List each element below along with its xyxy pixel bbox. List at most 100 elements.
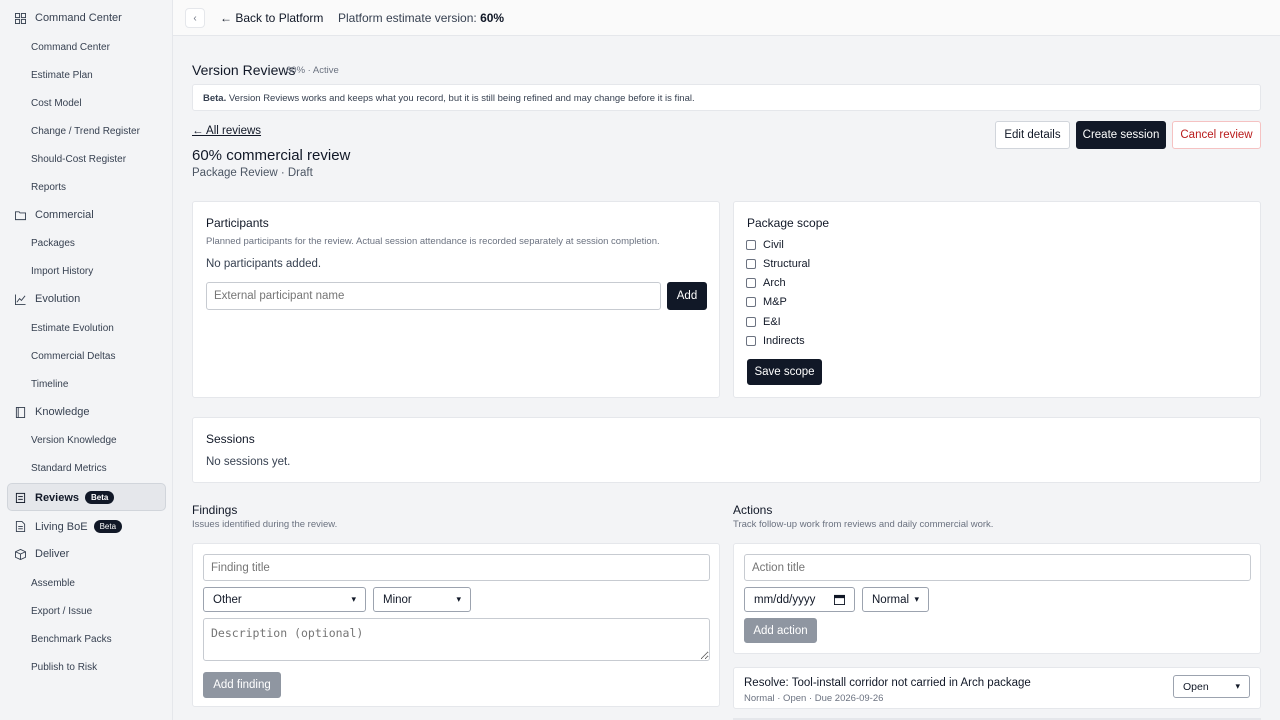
scope-option-label: Civil bbox=[763, 239, 784, 251]
platform-version-value: 60% bbox=[480, 11, 505, 25]
action-item-meta: Normal · Open · Due 2026-09-26 bbox=[744, 693, 884, 704]
sidebar-item-version-knowledge[interactable]: Version Knowledge bbox=[31, 435, 117, 446]
scope-option-ei[interactable]: E&I bbox=[746, 316, 781, 328]
add-participant-button[interactable]: Add bbox=[667, 282, 707, 310]
scope-option-mp[interactable]: M&P bbox=[746, 296, 787, 308]
sidebar-section-knowledge[interactable]: Knowledge bbox=[15, 406, 89, 418]
beta-notice: Beta. Version Reviews works and keeps wh… bbox=[192, 84, 1261, 111]
scope-option-label: Structural bbox=[763, 258, 811, 270]
sidebar-section-label: Living BoE bbox=[35, 520, 88, 533]
top-bar: ‹ ← Back to Platform Platform estimate v… bbox=[173, 0, 1280, 36]
sidebar-section-label: Evolution bbox=[35, 293, 81, 305]
sidebar-section-command-center[interactable]: Command Center bbox=[15, 12, 122, 24]
sidebar-item-packages[interactable]: Packages bbox=[31, 238, 75, 249]
sidebar-item-cost-model[interactable]: Cost Model bbox=[31, 98, 82, 109]
sidebar-item-should-cost-register[interactable]: Should-Cost Register bbox=[31, 154, 126, 165]
checkbox[interactable] bbox=[746, 336, 756, 346]
document-icon bbox=[15, 521, 26, 532]
action-item-title: Resolve: Tool-install corridor not carri… bbox=[744, 677, 1031, 689]
sidebar-section-reviews[interactable]: Reviews Beta bbox=[15, 491, 115, 504]
create-session-button[interactable]: Create session bbox=[1076, 121, 1166, 149]
chevron-down-icon: ▾ bbox=[351, 594, 356, 604]
sidebar-item-estimate-evolution[interactable]: Estimate Evolution bbox=[31, 323, 114, 334]
checkbox[interactable] bbox=[746, 240, 756, 250]
findings-description: Issues identified during the review. bbox=[192, 519, 338, 530]
finding-severity-select[interactable]: Minor ▾ bbox=[373, 587, 471, 612]
sidebar-section-commercial[interactable]: Commercial bbox=[15, 209, 94, 221]
sidebar-section-deliver[interactable]: Deliver bbox=[15, 548, 69, 560]
scope-option-label: E&I bbox=[763, 316, 781, 328]
checkbox[interactable] bbox=[746, 259, 756, 269]
checkbox[interactable] bbox=[746, 278, 756, 288]
scope-option-label: M&P bbox=[763, 296, 787, 308]
finding-description-textarea[interactable] bbox=[203, 618, 710, 661]
sidebar-section-label: Commercial bbox=[35, 209, 94, 221]
sidebar-section-living-boe[interactable]: Living BoE Beta bbox=[15, 520, 123, 533]
findings-form-card: Other ▾ Minor ▾ Add finding bbox=[192, 543, 720, 707]
finding-category-value: Other bbox=[213, 593, 242, 606]
sidebar-item-assemble[interactable]: Assemble bbox=[31, 578, 75, 589]
main-content: Version Reviews 60% · Active Beta. Versi… bbox=[173, 36, 1280, 720]
sidebar-item-change-trend-register[interactable]: Change / Trend Register bbox=[31, 126, 140, 137]
findings-title: Findings bbox=[192, 503, 238, 517]
sidebar-section-evolution[interactable]: Evolution bbox=[15, 293, 80, 305]
cancel-review-button[interactable]: Cancel review bbox=[1172, 121, 1261, 149]
add-action-button[interactable]: Add action bbox=[744, 618, 817, 643]
box-icon bbox=[15, 548, 26, 560]
checkbox[interactable] bbox=[746, 317, 756, 327]
sessions-empty-text: No sessions yet. bbox=[206, 456, 291, 468]
scope-option-structural[interactable]: Structural bbox=[746, 258, 810, 270]
beta-badge: Beta bbox=[93, 520, 123, 533]
review-meta: Package Review · Draft bbox=[192, 167, 313, 179]
sidebar-item-publish-to-risk[interactable]: Publish to Risk bbox=[31, 662, 97, 673]
sidebar-section-label: Command Center bbox=[35, 12, 122, 24]
calendar-icon[interactable] bbox=[834, 594, 845, 605]
finding-title-input[interactable] bbox=[203, 554, 710, 581]
participants-card: Participants Planned participants for th… bbox=[192, 201, 720, 398]
platform-version-prefix: Platform estimate version: bbox=[338, 11, 477, 25]
sidebar-item-commercial-deltas[interactable]: Commercial Deltas bbox=[31, 351, 115, 362]
checkbox[interactable] bbox=[746, 297, 756, 307]
participants-description: Planned participants for the review. Act… bbox=[206, 236, 660, 247]
scope-option-indirects[interactable]: Indirects bbox=[746, 335, 805, 347]
back-to-platform-link[interactable]: ← Back to Platform bbox=[220, 11, 323, 25]
sessions-title: Sessions bbox=[206, 432, 255, 446]
collapse-sidebar-button[interactable]: ‹ bbox=[185, 8, 205, 28]
scope-option-label: Arch bbox=[763, 277, 786, 289]
folder-icon bbox=[15, 210, 26, 220]
action-due-date-input[interactable]: mm/dd/yyyy bbox=[744, 587, 855, 612]
scope-option-arch[interactable]: Arch bbox=[746, 277, 786, 289]
action-due-date-value: mm/dd/yyyy bbox=[754, 593, 816, 606]
sidebar-item-reports[interactable]: Reports bbox=[31, 182, 66, 193]
sidebar-item-standard-metrics[interactable]: Standard Metrics bbox=[31, 463, 107, 474]
save-scope-button[interactable]: Save scope bbox=[747, 359, 822, 385]
finding-category-select[interactable]: Other ▾ bbox=[203, 587, 366, 612]
action-item-card: Resolve: Tool-install corridor not carri… bbox=[733, 667, 1261, 709]
clipboard-icon bbox=[15, 492, 26, 503]
all-reviews-link[interactable]: ← All reviews bbox=[192, 125, 261, 137]
platform-version-label: Platform estimate version: 60% bbox=[338, 11, 504, 25]
sidebar-item-import-history[interactable]: Import History bbox=[31, 266, 93, 277]
package-scope-title: Package scope bbox=[747, 216, 830, 230]
sidebar: Command Center Command Center Estimate P… bbox=[0, 0, 173, 720]
sidebar-item-benchmark-packs[interactable]: Benchmark Packs bbox=[31, 634, 112, 645]
chevron-down-icon: ▾ bbox=[914, 594, 919, 604]
participants-empty-text: No participants added. bbox=[206, 258, 322, 270]
actions-title: Actions bbox=[733, 503, 773, 517]
scope-option-civil[interactable]: Civil bbox=[746, 239, 784, 251]
beta-badge: Beta bbox=[85, 491, 115, 504]
action-priority-select[interactable]: Normal ▾ bbox=[862, 587, 929, 612]
sidebar-item-estimate-plan[interactable]: Estimate Plan bbox=[31, 70, 93, 81]
page-title: Version Reviews bbox=[192, 62, 296, 78]
participant-name-input[interactable] bbox=[206, 282, 661, 310]
sidebar-section-label: Deliver bbox=[35, 548, 70, 560]
chevron-down-icon: ▾ bbox=[456, 594, 461, 604]
action-priority-value: Normal bbox=[872, 593, 910, 606]
action-title-input[interactable] bbox=[744, 554, 1251, 581]
sidebar-item-timeline[interactable]: Timeline bbox=[31, 379, 68, 390]
sidebar-item-export-issue[interactable]: Export / Issue bbox=[31, 606, 92, 617]
edit-details-button[interactable]: Edit details bbox=[995, 121, 1070, 149]
action-item-status-select[interactable]: Open ▾ bbox=[1173, 675, 1250, 698]
add-finding-button[interactable]: Add finding bbox=[203, 672, 281, 698]
sidebar-item-command-center[interactable]: Command Center bbox=[31, 42, 110, 53]
